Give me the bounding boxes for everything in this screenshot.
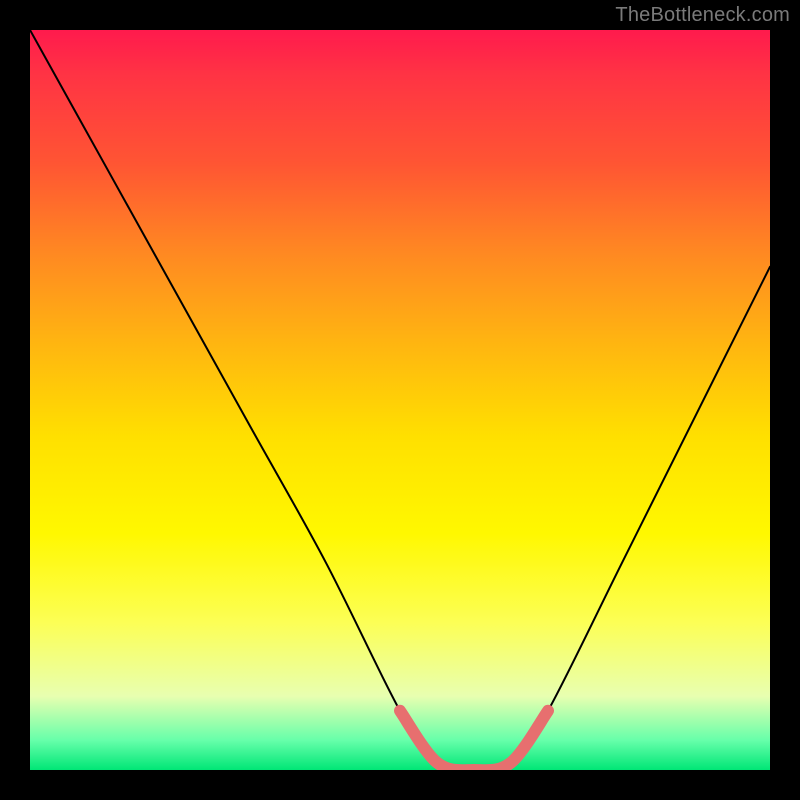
watermark-text: TheBottleneck.com xyxy=(615,4,790,27)
chart-svg xyxy=(30,30,770,770)
plot-area xyxy=(30,30,770,770)
curve-line xyxy=(30,30,770,770)
highlight-segment xyxy=(400,711,548,770)
chart-frame: TheBottleneck.com xyxy=(0,0,800,800)
